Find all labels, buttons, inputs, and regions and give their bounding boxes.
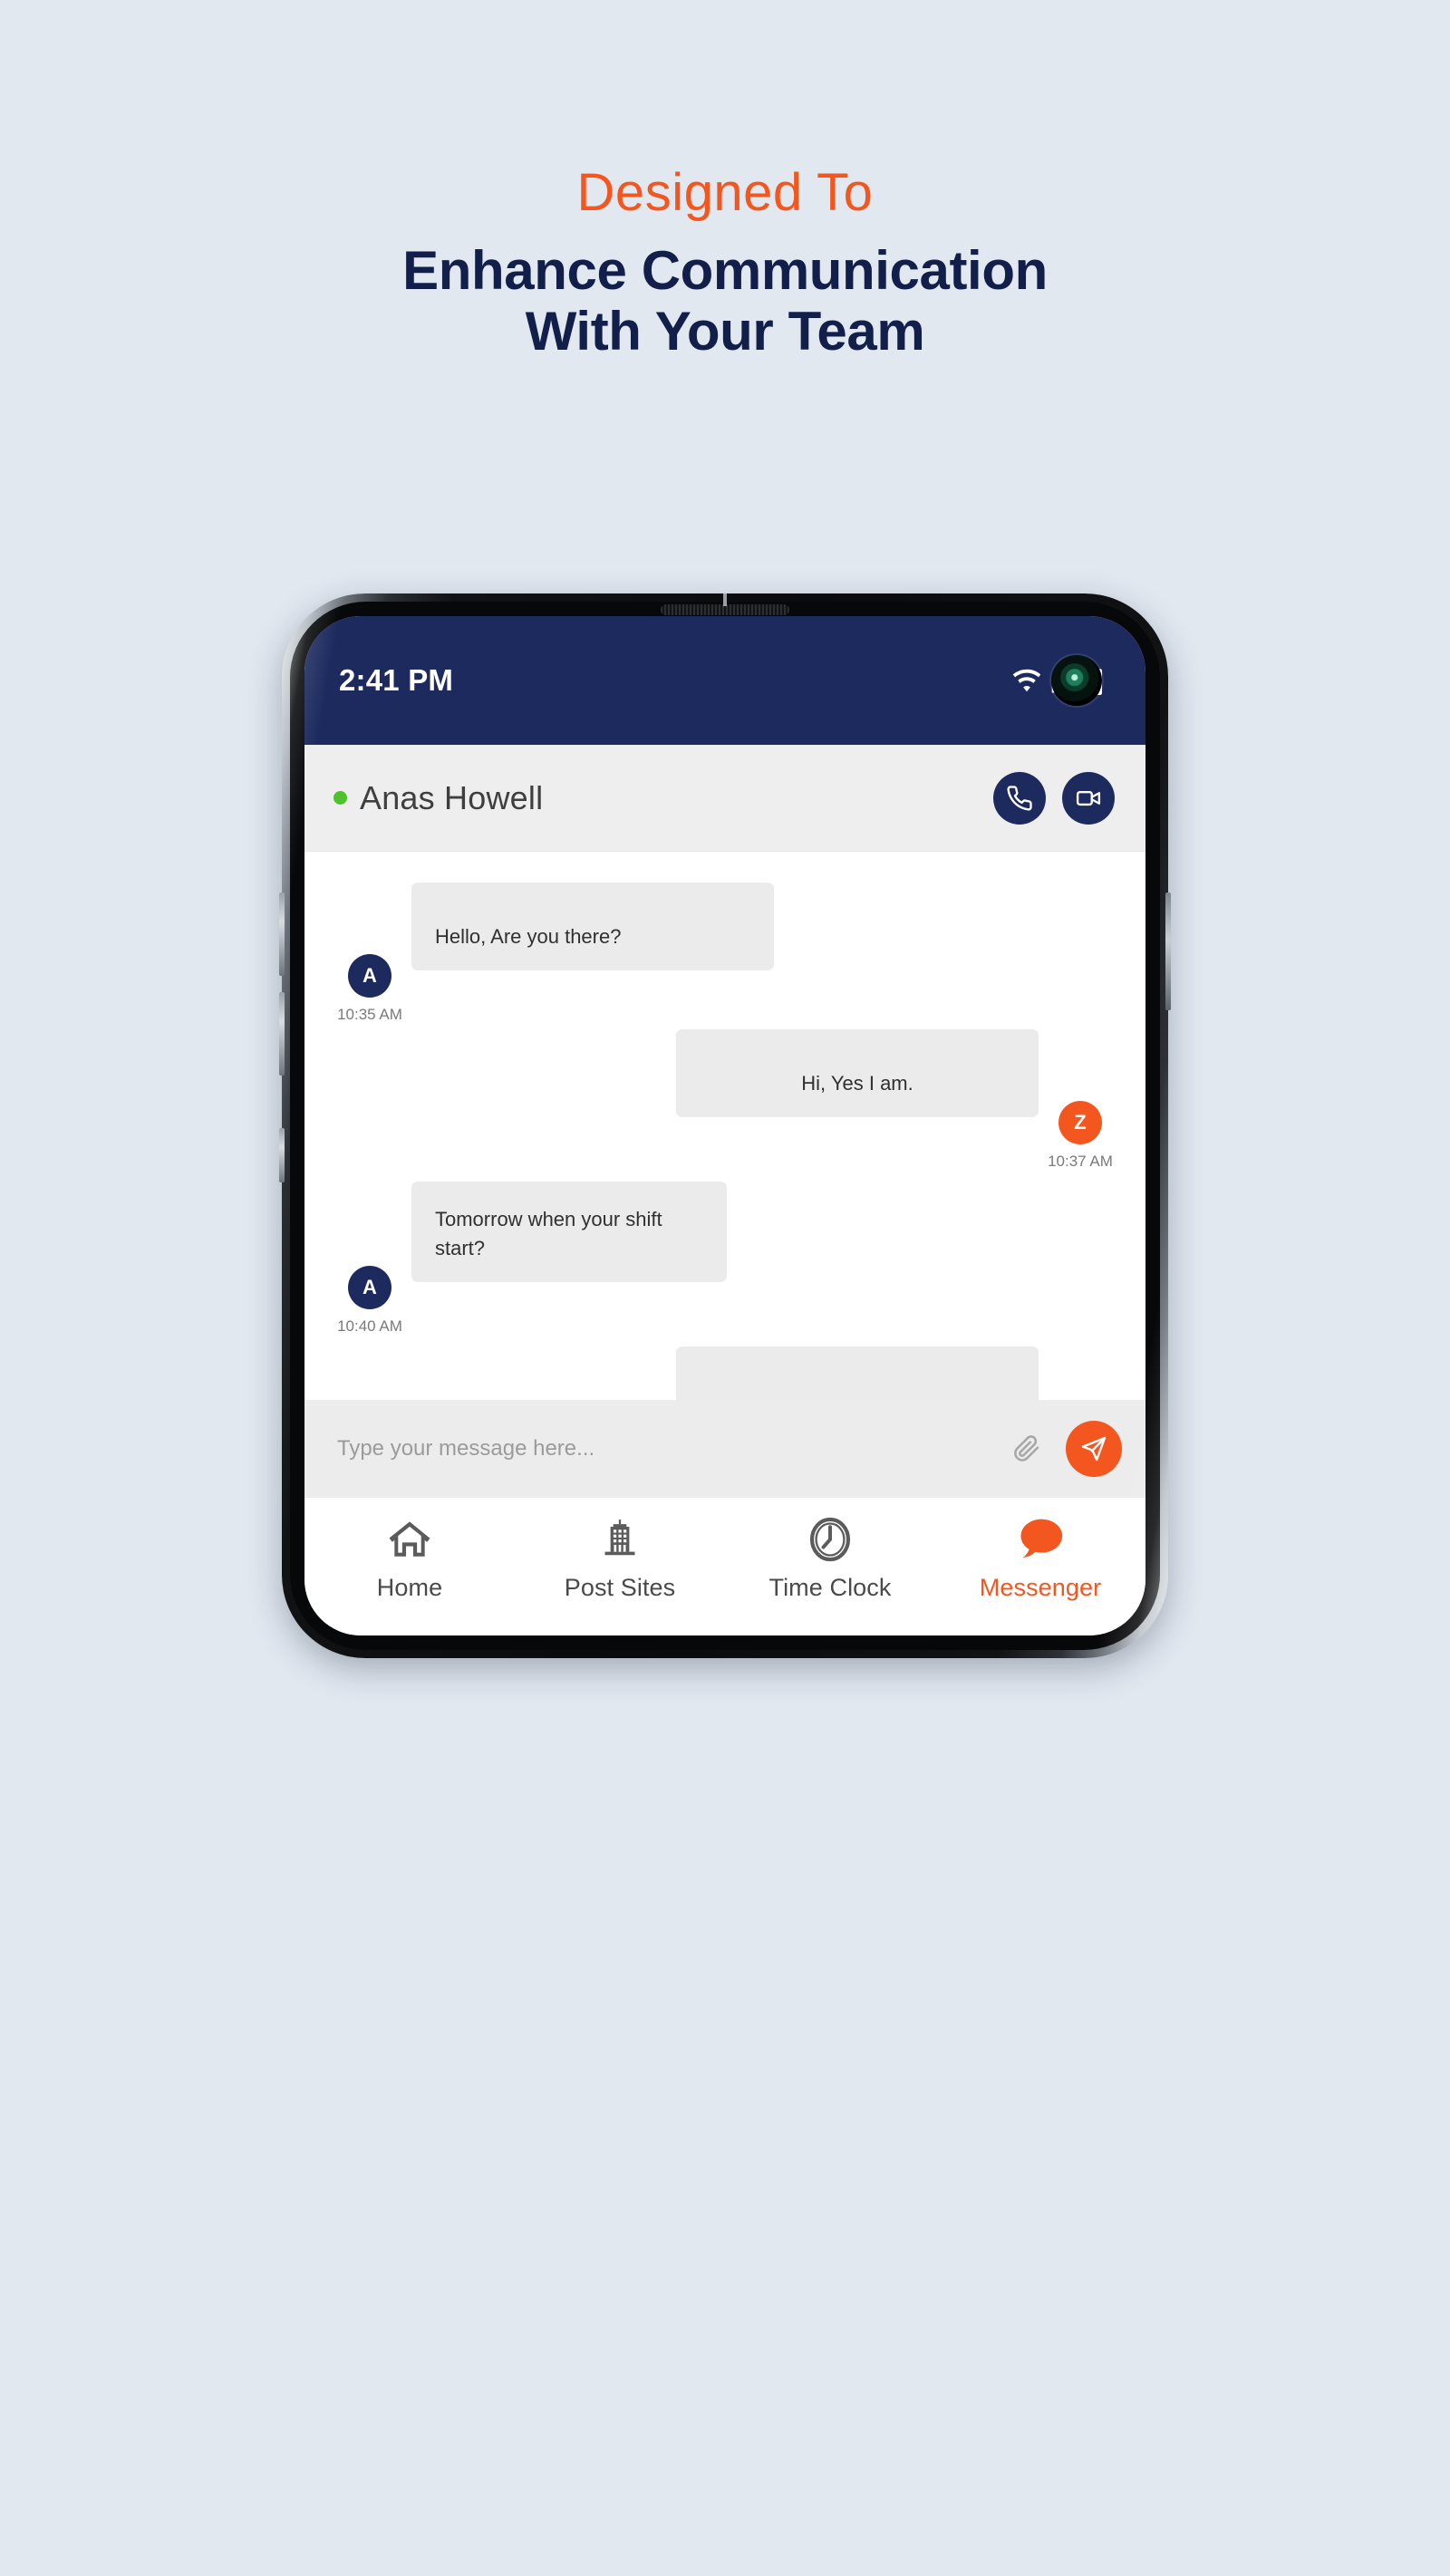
nav-label: Post Sites	[564, 1574, 676, 1601]
assistant-button[interactable]	[279, 1128, 285, 1182]
send-message-button[interactable]	[1066, 1421, 1122, 1477]
nav-label: Messenger	[979, 1574, 1102, 1601]
phone-icon	[1007, 785, 1032, 811]
voice-call-button[interactable]	[993, 771, 1046, 825]
chat-header-actions	[993, 771, 1115, 825]
message-input[interactable]	[337, 1436, 988, 1462]
chat-header: Anas Howell	[304, 745, 1146, 852]
nav-item-messenger[interactable]: Messenger	[935, 1514, 1146, 1602]
building-icon	[599, 1514, 641, 1565]
message-timestamp: 10:40 AM	[337, 1317, 402, 1335]
page-title: Enhance Communication With Your Team	[0, 240, 1450, 362]
nav-label: Home	[376, 1574, 443, 1601]
message-timestamp: 10:37 AM	[1048, 1153, 1113, 1171]
nav-item-time-clock[interactable]: Time Clock	[725, 1514, 935, 1602]
headline-line-2: With Your Team	[525, 300, 925, 362]
message-item: Tommorow my shift will be start in morni…	[335, 1346, 1115, 1400]
message-item: Hello, Are you there? A 10:35 AM	[335, 883, 1115, 1024]
contact-name: Anas Howell	[360, 778, 544, 816]
page-root: Designed To Enhance Communication With Y…	[0, 0, 1450, 2576]
phone-body: 2:41 PM Anas Howell Hello, Are you there…	[279, 593, 1171, 1658]
headline-eyebrow: Designed To	[576, 163, 874, 222]
message-item: Tomorrow when your shift start? A 10:40 …	[335, 1182, 1115, 1335]
message-list: Hello, Are you there? A 10:35 AM Hi, Yes…	[304, 852, 1146, 1400]
avatar: A	[348, 954, 392, 999]
volume-down-button[interactable]	[279, 992, 285, 1076]
front-camera-icon	[1051, 655, 1102, 706]
nav-label: Time Clock	[768, 1574, 892, 1601]
nav-item-home[interactable]: Home	[304, 1514, 515, 1602]
video-camera-icon	[1076, 790, 1101, 806]
phone-screen: 2:41 PM Anas Howell Hello, Are you there…	[304, 616, 1146, 1635]
clock-icon	[807, 1514, 853, 1565]
home-icon	[387, 1514, 432, 1565]
attach-file-button[interactable]	[1006, 1428, 1048, 1470]
message-item: Hi, Yes I am. Z 10:37 AM	[335, 1029, 1115, 1171]
message-bubble: Hello, Are you there?	[411, 883, 774, 971]
message-bubble: Tommorow my shift will be start in morni…	[676, 1346, 1039, 1400]
avatar: Z	[1058, 1101, 1102, 1145]
headline-block: Designed To Enhance Communication With Y…	[0, 0, 1450, 362]
power-button[interactable]	[1165, 892, 1171, 1010]
status-bar: 2:41 PM	[304, 616, 1146, 745]
headline-line-1: Enhance Communication	[402, 239, 1048, 301]
message-meta: Z 10:37 AM	[1048, 1101, 1113, 1171]
volume-up-button[interactable]	[279, 892, 285, 976]
message-bubble: Tomorrow when your shift start?	[411, 1182, 727, 1282]
online-status-indicator	[334, 791, 347, 805]
phone-mockup: 2:41 PM Anas Howell Hello, Are you there…	[279, 593, 1171, 1663]
message-bubble: Hi, Yes I am.	[676, 1029, 1039, 1118]
message-meta: A 10:35 AM	[337, 954, 402, 1024]
paperclip-icon	[1014, 1435, 1039, 1462]
video-call-button[interactable]	[1062, 771, 1115, 825]
status-bar-time: 2:41 PM	[339, 663, 454, 697]
avatar: A	[348, 1265, 392, 1309]
send-paper-plane-icon	[1081, 1436, 1107, 1462]
chat-bubble-icon	[1015, 1514, 1066, 1565]
nav-item-post-sites[interactable]: Post Sites	[515, 1514, 725, 1602]
wifi-icon	[1012, 669, 1041, 692]
bottom-navigation: Home Post Sites Time Clock Messenger	[304, 1498, 1146, 1635]
message-timestamp: 10:35 AM	[337, 1006, 402, 1024]
message-meta: A 10:40 AM	[337, 1265, 402, 1336]
phone-top-seam	[723, 593, 727, 606]
message-composer	[304, 1400, 1146, 1498]
